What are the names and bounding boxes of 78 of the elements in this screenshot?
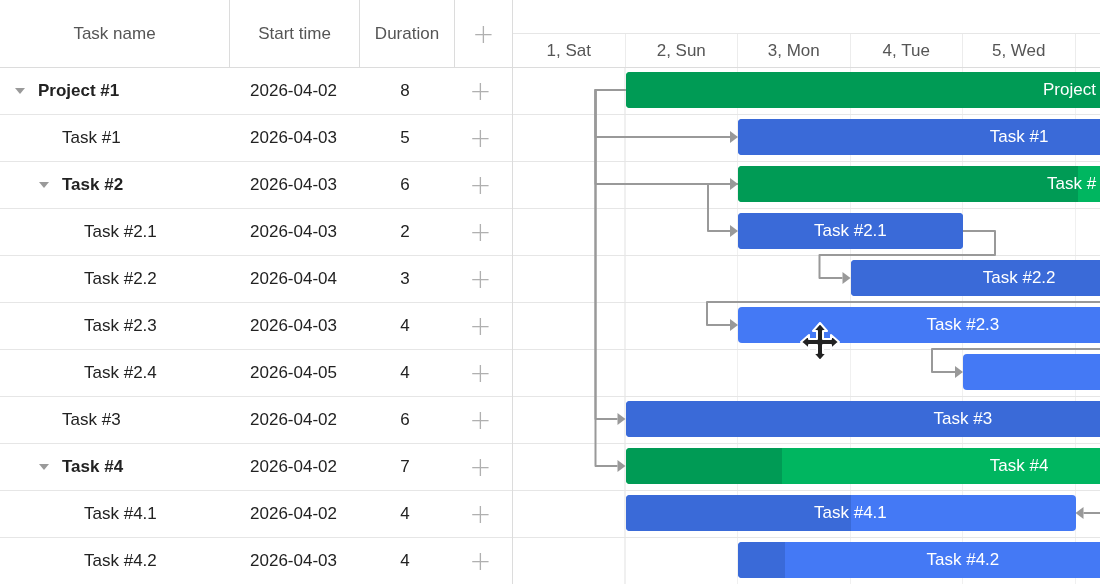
day-label: 4, Tue: [850, 34, 963, 67]
day-label: 1, Sat: [513, 34, 626, 67]
task-name: Task #2.3: [84, 316, 157, 336]
caret-icon[interactable]: [14, 87, 26, 95]
task-name: Task #2: [62, 175, 124, 195]
caret-icon[interactable]: [38, 181, 50, 189]
summary-bar[interactable]: Task #: [738, 166, 1100, 202]
start-date: 2026-04-03: [250, 128, 337, 148]
task-name: Task #4: [62, 457, 124, 477]
link-arrow: [1075, 507, 1100, 519]
add-task-button[interactable]: +: [465, 548, 496, 574]
start-date: 2026-04-02: [250, 81, 337, 101]
bar-label: Task #1: [989, 126, 1049, 148]
column-header: Start time: [230, 0, 360, 67]
task-bar[interactable]: Task #2.3: [738, 307, 1100, 343]
bar-label: Task #: [1047, 173, 1097, 195]
start-date: 2026-04-03: [250, 222, 337, 242]
start-date: 2026-04-02: [250, 457, 337, 477]
move-cursor-icon: [800, 322, 840, 362]
task-bar[interactable]: Task #3: [625, 401, 1100, 437]
task-name: Task #4.1: [84, 504, 157, 524]
duration-value: 8: [400, 81, 410, 101]
task-bar[interactable]: Task #2.1: [738, 213, 963, 249]
add-task-button[interactable]: +: [465, 78, 496, 104]
bar-label: Task #4.1: [814, 502, 887, 524]
task-bar[interactable]: Task #4.2: [738, 542, 1100, 578]
add-task-button[interactable]: +: [465, 313, 496, 339]
duration-value: 4: [400, 363, 410, 383]
task-bar[interactable]: Task #4.1: [625, 495, 1076, 531]
start-date: 2026-04-03: [250, 175, 337, 195]
summary-bar[interactable]: Task #4: [625, 448, 1100, 484]
duration-value: 6: [400, 410, 410, 430]
add-task-button[interactable]: +: [465, 454, 496, 480]
task-name: Task #2.4: [84, 363, 157, 383]
start-date: 2026-04-04: [250, 269, 337, 289]
add-column-button[interactable]: +: [468, 20, 499, 47]
caret-icon[interactable]: [38, 463, 50, 471]
add-task-button[interactable]: +: [465, 360, 496, 386]
task-bar[interactable]: Task #1: [738, 119, 1100, 155]
summary-bar[interactable]: Project: [625, 72, 1100, 108]
add-task-button[interactable]: +: [465, 266, 496, 292]
task-name: Task #4.2: [84, 551, 157, 571]
column-header: Duration: [360, 0, 455, 67]
task-name: Project #1: [38, 81, 120, 101]
bar-label: Task #4: [989, 455, 1049, 477]
start-date: 2026-04-02: [250, 504, 337, 524]
start-date: 2026-04-03: [250, 316, 337, 336]
duration-value: 2: [400, 222, 410, 242]
duration-value: 6: [400, 175, 410, 195]
bar-label: Task #2.1: [814, 220, 887, 242]
column-header: Task name: [0, 0, 230, 67]
task-name: Task #2.1: [84, 222, 157, 242]
duration-value: 7: [400, 457, 410, 477]
day-label: 2, Sun: [625, 34, 738, 67]
day-label: 3, Mon: [738, 34, 851, 67]
duration-value: 3: [400, 269, 410, 289]
add-task-button[interactable]: +: [465, 172, 496, 198]
duration-value: 4: [400, 504, 410, 524]
day-label: 5, Wed: [963, 34, 1076, 67]
bar-label: Task #2.3: [926, 314, 1000, 336]
task-name: Task #2.2: [84, 269, 157, 289]
duration-value: 4: [400, 316, 410, 336]
add-task-button[interactable]: +: [465, 501, 496, 527]
task-name: Task #1: [62, 128, 121, 148]
task-bar[interactable]: Task #2.2: [850, 260, 1100, 296]
duration-value: 5: [400, 128, 410, 148]
add-task-button[interactable]: +: [465, 407, 496, 433]
start-date: 2026-04-02: [250, 410, 337, 430]
add-task-button[interactable]: +: [465, 219, 496, 245]
task-name: Task #3: [62, 410, 121, 430]
bar-label: Task #4.2: [926, 549, 1000, 571]
bar-label: Project: [1043, 79, 1096, 101]
bar-label: Task #3: [933, 408, 993, 430]
add-task-button[interactable]: +: [465, 125, 496, 151]
start-date: 2026-04-05: [250, 363, 337, 383]
bar-label: Task #2.2: [982, 267, 1056, 289]
start-date: 2026-04-03: [250, 551, 337, 571]
duration-value: 4: [400, 551, 410, 571]
